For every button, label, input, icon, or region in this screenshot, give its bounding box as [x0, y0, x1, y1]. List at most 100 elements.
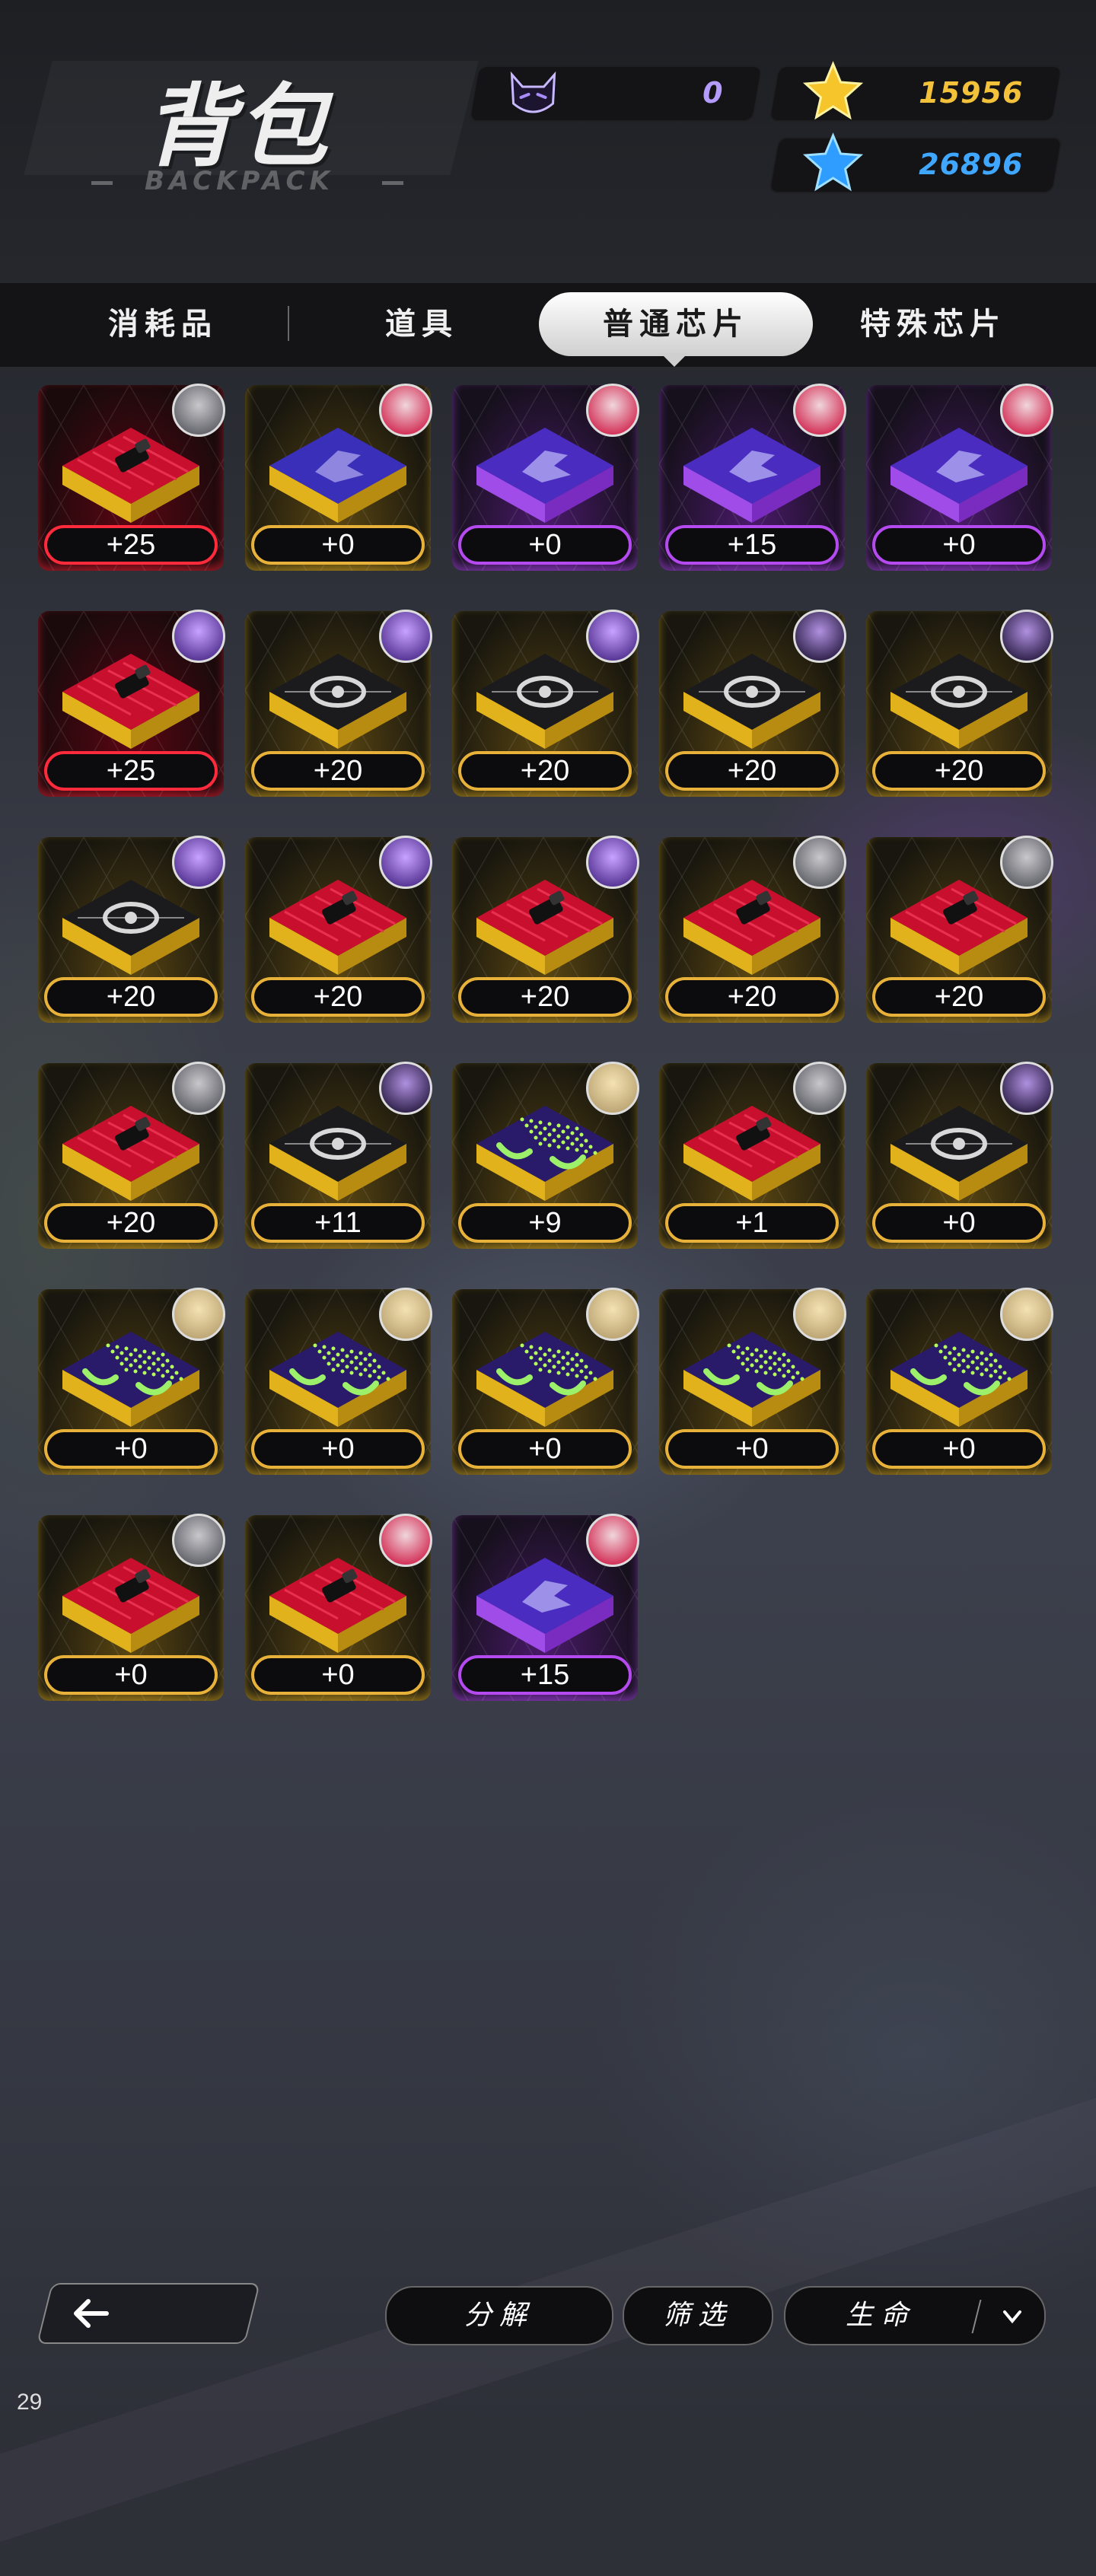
chip-card[interactable]: +20 — [866, 836, 1053, 1023]
character-avatar-icon — [793, 384, 846, 437]
chip-level-label: +15 — [665, 525, 839, 565]
character-avatar-icon — [379, 1514, 432, 1567]
title-dash-left — [91, 181, 113, 185]
chip-level-label: +20 — [44, 1203, 218, 1243]
character-avatar-icon — [793, 1288, 846, 1341]
chip-level-label: +25 — [44, 525, 218, 565]
currency-gold-star[interactable]: 15956 — [768, 61, 1063, 122]
character-avatar-icon — [586, 1514, 639, 1567]
chip-level-label: +15 — [458, 1655, 632, 1695]
blue-star-icon — [802, 132, 864, 192]
chip-card[interactable]: +0 — [866, 384, 1053, 571]
chip-level-label: +0 — [251, 1429, 425, 1469]
cat-head-icon — [510, 71, 556, 113]
currency-blue-star[interactable]: 26896 — [768, 132, 1063, 193]
chip-level-label: +25 — [44, 751, 218, 791]
chip-card[interactable]: +20 — [452, 610, 639, 797]
tab-consumables[interactable]: 消耗品 — [64, 292, 262, 356]
chip-card[interactable]: +0 — [452, 1288, 639, 1475]
chip-card[interactable]: +20 — [659, 836, 846, 1023]
chip-level-label: +11 — [251, 1203, 425, 1243]
chip-card[interactable]: +0 — [659, 1288, 846, 1475]
chip-level-label: +20 — [251, 977, 425, 1017]
chip-card[interactable]: +0 — [866, 1062, 1053, 1249]
character-avatar-icon — [172, 384, 225, 437]
chip-level-label: +20 — [665, 751, 839, 791]
title-block: 背包 BACKPACK — [24, 53, 479, 205]
chip-card[interactable]: +20 — [38, 1062, 225, 1249]
chip-level-label: +0 — [872, 1203, 1046, 1243]
chip-level-label: +0 — [458, 525, 632, 565]
chip-card[interactable]: +20 — [38, 836, 225, 1023]
sort-dropdown[interactable]: 生命 — [784, 2286, 1046, 2345]
character-avatar-icon — [172, 836, 225, 889]
chip-card[interactable]: +9 — [452, 1062, 639, 1249]
chip-level-label: +20 — [458, 977, 632, 1017]
footer-bar: 分解 筛选 生命 — [0, 2275, 1096, 2352]
character-avatar-icon — [1000, 610, 1053, 663]
chip-card[interactable]: +15 — [659, 384, 846, 571]
chip-card[interactable]: +11 — [245, 1062, 432, 1249]
page-number: 29 — [17, 2390, 43, 2415]
chip-card[interactable]: +20 — [452, 836, 639, 1023]
chip-card[interactable]: +25 — [38, 384, 225, 571]
character-avatar-icon — [586, 384, 639, 437]
character-avatar-icon — [586, 1288, 639, 1341]
chip-level-label: +20 — [872, 977, 1046, 1017]
chip-card[interactable]: +0 — [452, 384, 639, 571]
back-button[interactable] — [37, 2283, 260, 2344]
chip-level-label: +20 — [872, 751, 1046, 791]
tab-items[interactable]: 道具 — [323, 292, 521, 356]
character-avatar-icon — [172, 1514, 225, 1567]
chip-level-label: +1 — [665, 1203, 839, 1243]
chip-card[interactable]: +0 — [38, 1514, 225, 1701]
gold-star-icon — [802, 61, 864, 120]
chip-level-label: +9 — [458, 1203, 632, 1243]
chip-level-label: +20 — [665, 977, 839, 1017]
character-avatar-icon — [1000, 1062, 1053, 1115]
character-avatar-icon — [793, 1062, 846, 1115]
character-avatar-icon — [586, 1062, 639, 1115]
character-avatar-icon — [172, 1288, 225, 1341]
chip-level-label: +20 — [458, 751, 632, 791]
character-avatar-icon — [586, 836, 639, 889]
currency-cat-token[interactable]: 0 — [468, 65, 763, 122]
chip-card[interactable]: +20 — [659, 610, 846, 797]
filter-button[interactable]: 筛选 — [623, 2286, 773, 2345]
character-avatar-icon — [172, 610, 225, 663]
chevron-down-icon[interactable] — [999, 2303, 1026, 2330]
chip-card[interactable]: +20 — [245, 836, 432, 1023]
tab-special-chips[interactable]: 特殊芯片 — [834, 292, 1032, 356]
character-avatar-icon — [379, 1062, 432, 1115]
chip-card[interactable]: +0 — [245, 1514, 432, 1701]
chip-card[interactable]: +25 — [38, 610, 225, 797]
chip-level-label: +20 — [251, 751, 425, 791]
header: 背包 BACKPACK 0 15956 26896 — [0, 0, 1096, 283]
page-subtitle: BACKPACK — [145, 166, 334, 196]
chip-level-label: +0 — [251, 1655, 425, 1695]
chip-level-label: +0 — [251, 525, 425, 565]
chip-card[interactable]: +0 — [866, 1288, 1053, 1475]
chip-card[interactable]: +0 — [245, 384, 432, 571]
chip-card[interactable]: +20 — [866, 610, 1053, 797]
chip-card[interactable]: +15 — [452, 1514, 639, 1701]
chip-level-label: +20 — [44, 977, 218, 1017]
chip-card[interactable]: +0 — [38, 1288, 225, 1475]
chip-card[interactable]: +1 — [659, 1062, 846, 1249]
chip-level-label: +0 — [872, 525, 1046, 565]
chip-level-label: +0 — [44, 1655, 218, 1695]
character-avatar-icon — [793, 836, 846, 889]
title-dash-right — [382, 181, 403, 185]
chip-level-label: +0 — [872, 1429, 1046, 1469]
character-avatar-icon — [379, 384, 432, 437]
character-avatar-icon — [379, 1288, 432, 1341]
chip-level-label: +0 — [44, 1429, 218, 1469]
currency-blue-star-value: 26896 — [918, 148, 1024, 181]
tab-normal-chips[interactable]: 普通芯片 — [539, 292, 813, 356]
back-arrow-icon — [74, 2299, 109, 2328]
page-title: 背包 — [145, 74, 331, 179]
chip-card[interactable]: +0 — [245, 1288, 432, 1475]
decompose-button[interactable]: 分解 — [385, 2286, 613, 2345]
chip-card[interactable]: +20 — [245, 610, 432, 797]
character-avatar-icon — [379, 836, 432, 889]
